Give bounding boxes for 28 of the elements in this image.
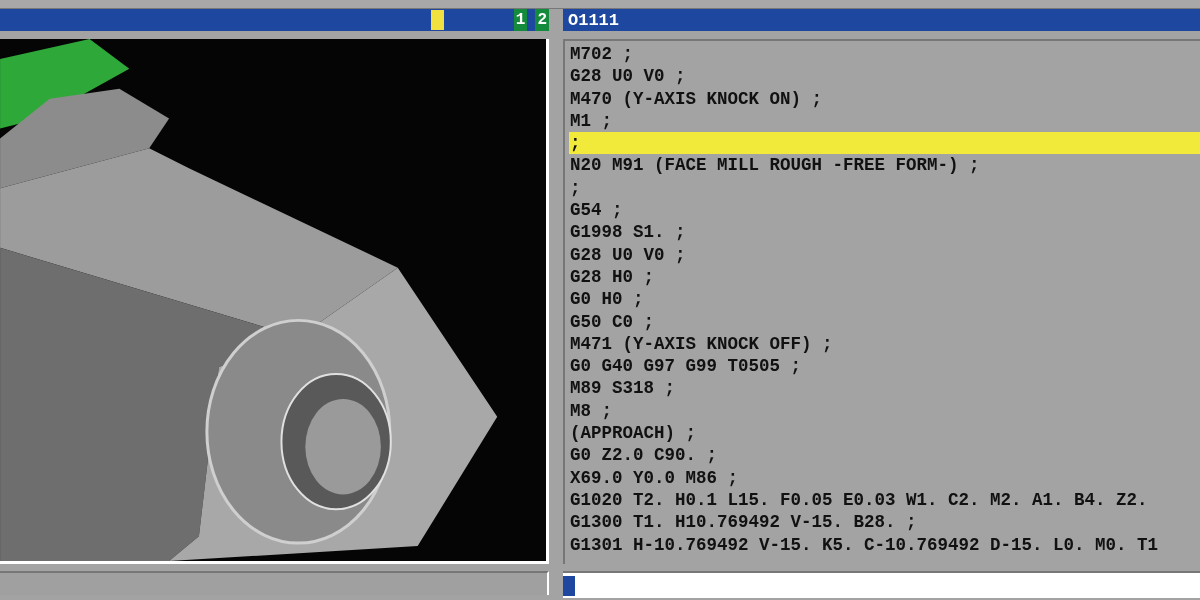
program-number: O1111 bbox=[563, 9, 1200, 31]
code-line[interactable]: G1301 H-10.769492 V-15. K5. C-10.769492 D-15. L0. M0. T1 bbox=[569, 533, 1200, 556]
code-line[interactable]: G0 Z2.0 C90. ; bbox=[569, 444, 1200, 467]
code-line[interactable]: G1998 S1. ; bbox=[569, 221, 1200, 244]
code-line[interactable]: G28 H0 ; bbox=[569, 265, 1200, 289]
code-line[interactable]: G1020 T2. H0.1 L15. F0.05 E0.03 W1. C2. M2. A1. B4. Z2. bbox=[569, 488, 1200, 512]
code-line[interactable]: G0 H0 ; bbox=[569, 288, 1200, 311]
code-line[interactable]: M470 (Y-AXIS KNOCK ON) ; bbox=[569, 87, 1200, 110]
code-line[interactable]: G1300 T1. H10.769492 V-15. B28. ; bbox=[569, 511, 1200, 534]
code-line[interactable]: M1 ; bbox=[569, 109, 1200, 133]
code-line[interactable]: N20 M91 (FACE MILL ROUGH -FREE FORM-) ; bbox=[569, 154, 1200, 177]
code-line[interactable]: G28 U0 V0 ; bbox=[569, 65, 1200, 88]
code-line[interactable]: M8 ; bbox=[569, 399, 1200, 423]
code-line[interactable]: X69.0 Y0.0 M86 ; bbox=[569, 466, 1200, 489]
code-line[interactable]: G28 U0 V0 ; bbox=[569, 243, 1200, 266]
code-line[interactable]: M89 S318 ; bbox=[569, 377, 1200, 400]
channel-marker: 2 bbox=[535, 9, 549, 31]
status-marker-icon bbox=[431, 10, 444, 30]
code-line[interactable]: (APPROACH) ; bbox=[569, 422, 1200, 445]
text-cursor-icon bbox=[563, 575, 575, 596]
code-line[interactable]: G0 G40 G97 G99 T0505 ; bbox=[569, 355, 1200, 378]
channel-marker: 1 bbox=[513, 9, 528, 31]
code-line[interactable]: ; bbox=[569, 176, 1200, 200]
code-line[interactable]: M471 (Y-AXIS KNOCK OFF) ; bbox=[569, 332, 1200, 356]
code-line[interactable]: G50 C0 ; bbox=[569, 310, 1200, 333]
code-line[interactable]: M702 ; bbox=[569, 43, 1200, 66]
input-field[interactable] bbox=[563, 571, 1200, 598]
code-line[interactable]: G54 ; bbox=[569, 199, 1200, 222]
